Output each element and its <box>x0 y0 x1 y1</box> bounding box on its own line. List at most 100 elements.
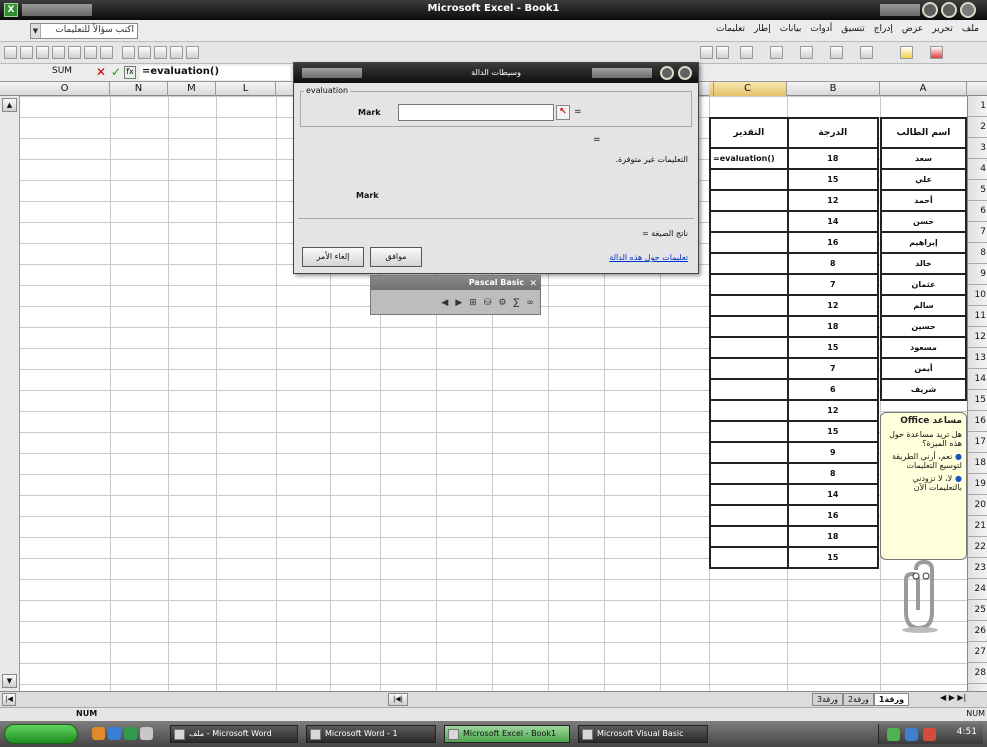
student-name-cell[interactable]: سالم <box>880 294 967 317</box>
column-header[interactable]: O <box>20 82 110 96</box>
row-header[interactable]: 26 <box>968 621 987 642</box>
student-name-cell[interactable]: علي <box>880 168 967 191</box>
column-header[interactable]: N <box>110 82 168 96</box>
student-name-cell[interactable]: أيمن <box>880 357 967 380</box>
evaluation-cell[interactable] <box>709 357 789 380</box>
evaluation-cell[interactable] <box>709 294 789 317</box>
minimize-button[interactable] <box>922 2 938 18</box>
cancel-entry-icon[interactable]: ✕ <box>96 65 106 79</box>
start-button[interactable] <box>4 724 78 744</box>
evaluation-cell[interactable] <box>709 546 789 569</box>
grade-cell[interactable]: 14 <box>786 210 880 233</box>
row-header[interactable]: 4 <box>968 159 987 180</box>
column-header[interactable]: L <box>216 82 276 96</box>
taskbar-button[interactable]: Microsoft Word - 1 <box>306 725 436 743</box>
grade-cell[interactable]: 8 <box>786 252 880 275</box>
row-header[interactable]: 7 <box>968 222 987 243</box>
row-header[interactable]: 16 <box>968 411 987 432</box>
cancel-button[interactable]: إلغاء الأمر <box>302 247 364 267</box>
evaluation-cell[interactable] <box>709 504 789 527</box>
sheet-tab[interactable]: ورقة2 <box>842 693 874 706</box>
student-name-cell[interactable]: حسين <box>880 315 967 338</box>
paste-icon[interactable] <box>154 46 167 59</box>
grade-cell[interactable]: 8 <box>786 462 880 485</box>
dialog-help-button[interactable] <box>660 66 674 80</box>
menu-item[interactable]: بيانات <box>780 24 802 34</box>
row-header[interactable]: 2 <box>968 117 987 138</box>
row-header[interactable]: 3 <box>968 138 987 159</box>
evaluation-cell[interactable] <box>709 420 789 443</box>
active-cell[interactable]: =evaluation() <box>709 147 789 170</box>
percent-icon[interactable] <box>740 46 753 59</box>
row-header[interactable]: 24 <box>968 579 987 600</box>
pascal-tool-icon[interactable]: ∑ <box>513 298 519 308</box>
assistant-option[interactable]: ● لا، لا تزودني بالتعليمات الآن <box>885 474 962 492</box>
row-header[interactable]: 22 <box>968 537 987 558</box>
header-grade[interactable]: الدرجة <box>786 117 880 149</box>
undo-icon[interactable] <box>186 46 199 59</box>
pascal-tool-icon[interactable]: ⊞ <box>469 298 477 308</box>
collapse-dialog-icon[interactable]: ↖ <box>556 105 570 120</box>
comma-icon[interactable] <box>770 46 783 59</box>
sheet-scroll-first-icon[interactable]: |◀ <box>2 693 16 706</box>
decrease-indent-icon[interactable] <box>800 46 813 59</box>
student-name-cell[interactable]: مسعود <box>880 336 967 359</box>
evaluation-cell[interactable] <box>709 168 789 191</box>
row-header[interactable]: 5 <box>968 180 987 201</box>
cut-icon[interactable] <box>122 46 135 59</box>
menu-item[interactable]: تحرير <box>932 24 953 34</box>
taskbar-button[interactable]: Microsoft Excel - Book1 <box>444 725 570 743</box>
evaluation-cell[interactable] <box>709 462 789 485</box>
column-header[interactable]: B <box>787 82 880 96</box>
taskbar-button[interactable]: ملف - Microsoft Word <box>170 725 298 743</box>
grade-cell[interactable]: 15 <box>786 168 880 191</box>
taskbar-button[interactable]: Microsoft Visual Basic <box>578 725 708 743</box>
enter-entry-icon[interactable]: ✓ <box>111 65 121 79</box>
scroll-down-icon[interactable]: ▼ <box>2 674 17 688</box>
close-icon[interactable]: ✕ <box>529 277 537 291</box>
currency-icon[interactable] <box>716 46 729 59</box>
vertical-scrollbar[interactable]: ▲ ▼ <box>0 96 20 691</box>
name-box[interactable]: SUM <box>20 66 80 80</box>
network-icon[interactable] <box>887 728 900 741</box>
media-icon[interactable] <box>124 727 137 740</box>
grade-cell[interactable]: 12 <box>786 189 880 212</box>
grade-cell[interactable]: 15 <box>786 546 880 569</box>
menu-item[interactable]: تعليمات <box>716 24 745 34</box>
insert-function-icon[interactable]: fx <box>124 66 136 79</box>
ok-button[interactable]: موافق <box>370 247 422 267</box>
maximize-button[interactable] <box>941 2 957 18</box>
paperclip-assistant-icon[interactable] <box>894 560 944 634</box>
student-name-cell[interactable]: حسن <box>880 210 967 233</box>
evaluation-cell[interactable] <box>709 525 789 548</box>
format-painter-icon[interactable] <box>170 46 183 59</box>
menu-item[interactable]: عرض <box>902 24 923 34</box>
grade-cell[interactable]: 7 <box>786 273 880 296</box>
open-icon[interactable] <box>20 46 33 59</box>
row-header[interactable]: 11 <box>968 306 987 327</box>
help-dropdown-icon[interactable]: ▼ <box>31 24 41 38</box>
permission-icon[interactable] <box>52 46 65 59</box>
column-header[interactable]: M <box>168 82 216 96</box>
evaluation-cell[interactable] <box>709 315 789 338</box>
row-header[interactable]: 14 <box>968 369 987 390</box>
grade-cell[interactable]: 15 <box>786 336 880 359</box>
print-icon[interactable] <box>68 46 81 59</box>
borders-icon[interactable] <box>860 46 873 59</box>
row-header[interactable]: 10 <box>968 285 987 306</box>
row-header[interactable]: 9 <box>968 264 987 285</box>
hscroll-split-icon[interactable]: |◀| <box>388 693 408 706</box>
evaluation-cell[interactable] <box>709 252 789 275</box>
menu-item[interactable]: ملف <box>962 24 979 34</box>
font-color-icon[interactable] <box>930 46 943 59</box>
header-student-name[interactable]: اسم الطالب <box>880 117 967 149</box>
sheet-tab[interactable]: ورقة3 <box>812 693 843 706</box>
volume-icon[interactable] <box>905 728 918 741</box>
grade-cell[interactable]: 12 <box>786 399 880 422</box>
row-header[interactable]: 27 <box>968 642 987 663</box>
row-header[interactable]: 6 <box>968 201 987 222</box>
increase-indent-icon[interactable] <box>830 46 843 59</box>
assistant-option[interactable]: ● نعم، أرني الطريقة لتوسيع التعليمات <box>885 452 962 470</box>
spelling-icon[interactable] <box>100 46 113 59</box>
copy-icon[interactable] <box>138 46 151 59</box>
